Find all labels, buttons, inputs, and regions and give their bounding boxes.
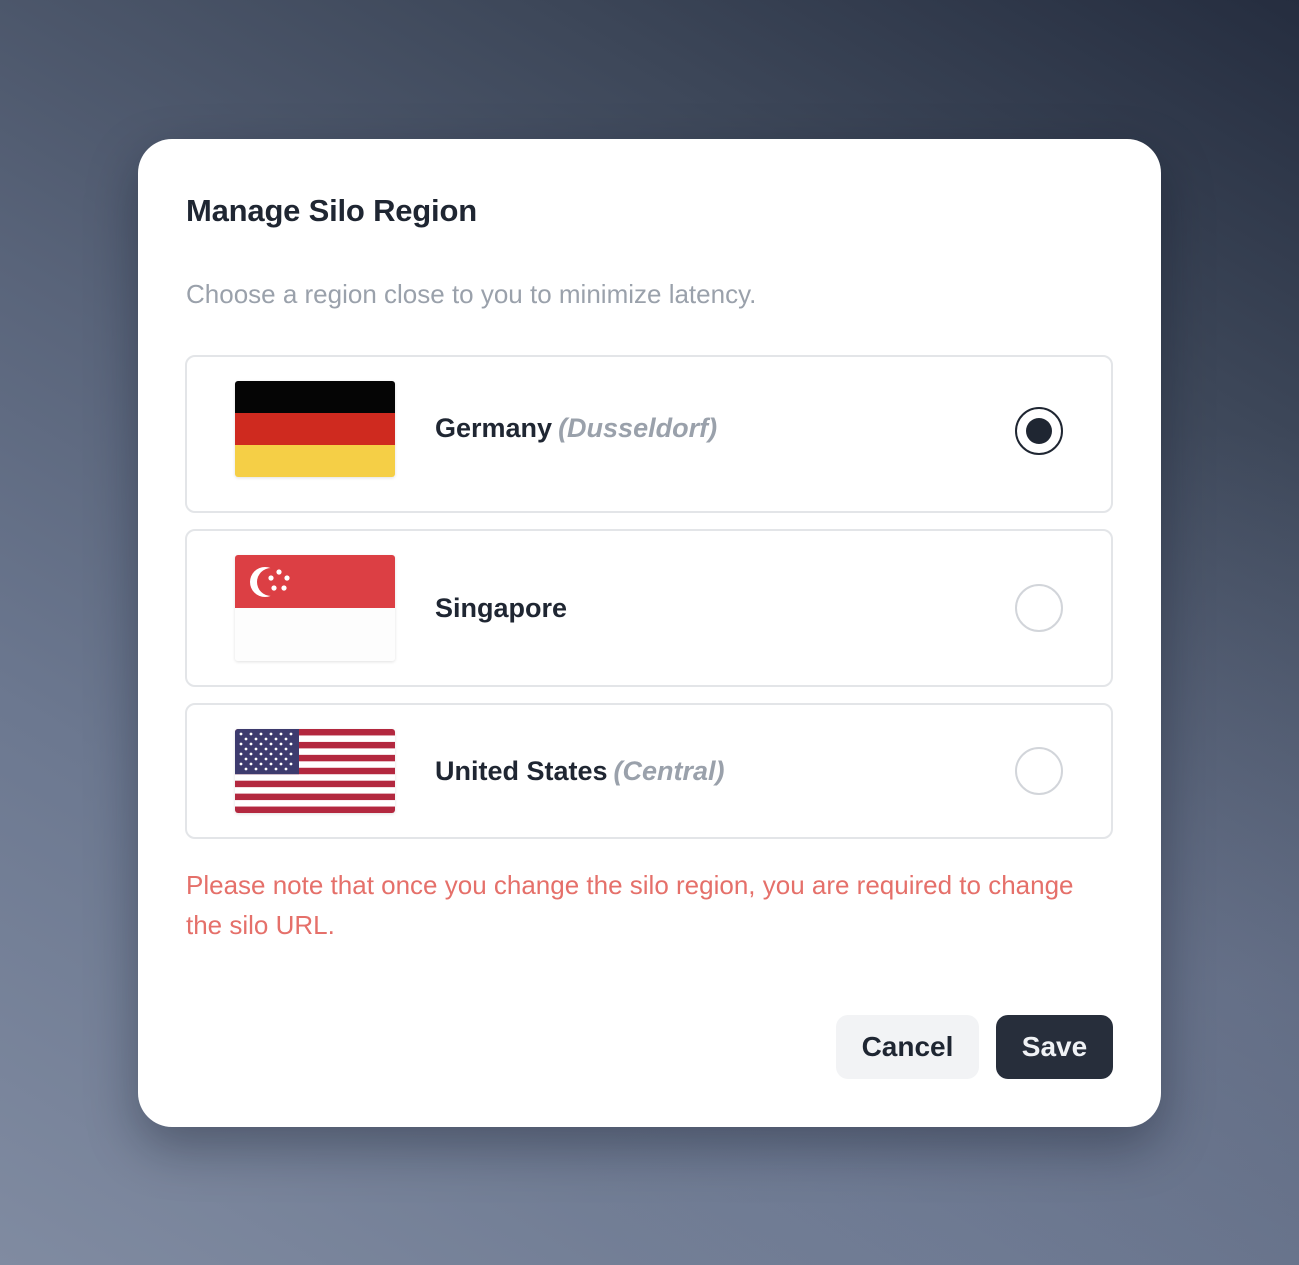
radio-united-states[interactable]	[1015, 747, 1063, 795]
radio-singapore[interactable]	[1015, 584, 1063, 632]
region-option-singapore[interactable]: Singapore	[185, 529, 1113, 687]
radio-selected-dot	[1026, 418, 1052, 444]
region-label-germany: Germany (Dusseldorf)	[435, 413, 717, 444]
region-label-united-states: United States (Central)	[435, 756, 725, 787]
region-name: United States	[435, 756, 608, 786]
us-flag-icon	[235, 729, 395, 813]
manage-silo-region-dialog: Manage Silo Region Choose a region close…	[138, 139, 1161, 1127]
region-name: Singapore	[435, 593, 568, 623]
radio-germany[interactable]	[1015, 407, 1063, 455]
region-name: Germany	[435, 413, 553, 443]
dialog-subtitle: Choose a region close to you to minimize…	[186, 279, 757, 309]
silo-url-warning: Please note that once you change the sil…	[186, 870, 1074, 940]
region-option-united-states[interactable]: United States (Central)	[185, 703, 1113, 839]
region-option-germany[interactable]: Germany (Dusseldorf)	[185, 355, 1113, 513]
dialog-title: Manage Silo Region	[186, 193, 477, 228]
germany-flag-icon	[235, 381, 395, 477]
region-sublabel: (Dusseldorf)	[558, 413, 718, 443]
save-button[interactable]: Save	[996, 1015, 1113, 1079]
cancel-button[interactable]: Cancel	[836, 1015, 979, 1079]
region-label-singapore: Singapore	[435, 593, 567, 624]
singapore-flag-icon	[235, 555, 395, 661]
region-sublabel: (Central)	[613, 756, 725, 786]
